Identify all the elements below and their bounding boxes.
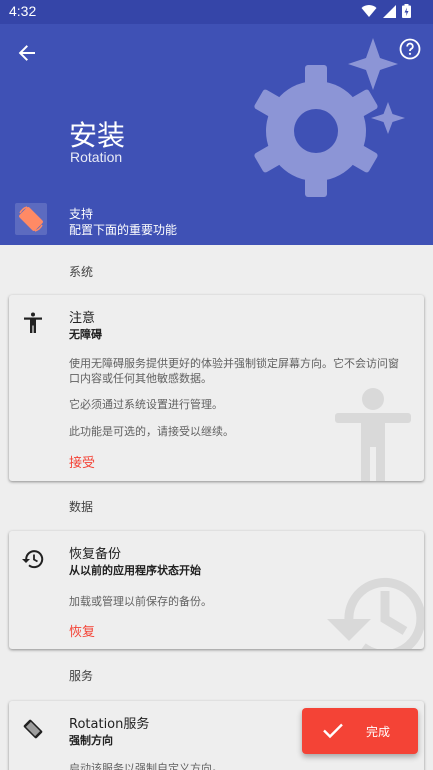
finish-button-label: 完成: [366, 725, 391, 739]
restore-card: 恢复备份 从以前的应用程序状态开始 加载或管理以前保存的备份。 恢复: [9, 531, 424, 649]
card-subtitle: 无障碍: [69, 328, 102, 341]
section-label-service: 服务: [69, 669, 94, 683]
card-title: 恢复备份: [69, 547, 122, 562]
header: 安装 Rotation 支持 配置下面的重要功能: [0, 24, 433, 245]
card-subtitle: 从以前的应用程序状态开始: [69, 564, 201, 577]
back-button[interactable]: [12, 38, 42, 68]
page-title: 安装: [69, 119, 126, 152]
support-row: 支持 配置下面的重要功能: [0, 199, 433, 245]
card-title: 注意: [69, 311, 96, 326]
signal-icon: [383, 4, 396, 18]
accept-button[interactable]: 接受: [69, 452, 95, 471]
card-description: 加载或管理以前保存的备份。: [69, 595, 212, 608]
status-time: 4:32: [9, 3, 37, 19]
card-description-2: 它必须通过系统设置进行管理。: [69, 398, 223, 411]
battery-icon: [402, 4, 411, 18]
support-title: 支持: [69, 207, 94, 221]
restore-button[interactable]: 恢复: [69, 621, 95, 640]
settings-gear-illustration: [254, 38, 405, 197]
card-subtitle: 强制方向: [69, 734, 113, 747]
page-subtitle: Rotation: [70, 149, 123, 165]
check-icon: [323, 723, 343, 739]
support-description: 配置下面的重要功能: [69, 223, 178, 237]
status-bar: 4:32: [0, 0, 433, 24]
accessibility-card: 注意 无障碍 使用无障碍服务提供更好的体验并强制锁定屏幕方向。它不会访问窗口内容…: [9, 295, 424, 481]
arrow-back-icon: [18, 45, 35, 61]
finish-button[interactable]: 完成: [302, 708, 418, 754]
accessibility-icon: [24, 312, 42, 333]
section-label-data: 数据: [69, 500, 94, 514]
card-title: Rotation服务: [69, 717, 150, 732]
history-icon: [22, 550, 44, 569]
card-description: 使用无障碍服务提供更好的体验并强制锁定屏幕方向。它不会访问窗口内容或任何其他敏感…: [69, 357, 399, 385]
section-label-system: 系统: [69, 265, 94, 279]
wifi-icon: [361, 5, 377, 18]
card-description-3: 此功能是可选的，请接受以继续。: [69, 425, 234, 438]
rotation-app-icon: [15, 203, 47, 235]
screen-rotation-icon: [23, 719, 43, 739]
card-description: 启动该服务以强制自定义方向。: [69, 762, 223, 770]
status-icons: [361, 4, 411, 18]
